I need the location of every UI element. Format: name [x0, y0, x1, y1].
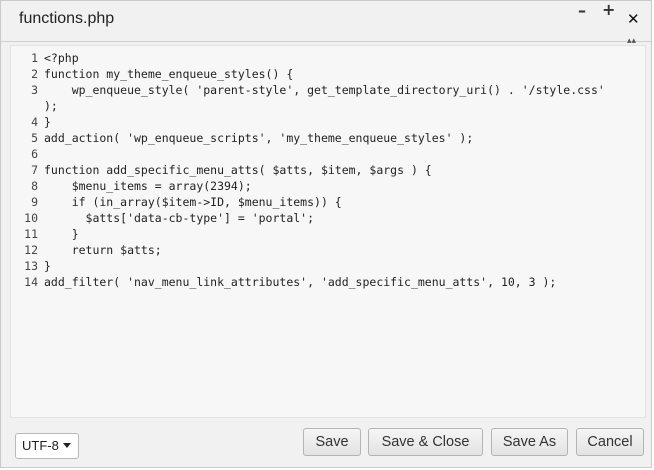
line-number: 4 [31, 115, 38, 129]
code-editor[interactable]: 1 <?php 2 function my_theme_enqueue_styles(… [10, 45, 646, 418]
encoding-value: UTF-8 [22, 438, 59, 453]
line-number: 10 [24, 211, 38, 225]
line-number: 2 [31, 67, 38, 81]
code-line: 2 function my_theme_enqueue_styles() { [11, 66, 645, 82]
minimize-icon[interactable]: – [578, 3, 586, 19]
code-line: 9 if (in_array($item->ID, $menu_items)) … [11, 194, 645, 210]
close-icon[interactable]: ✕ [627, 12, 640, 27]
line-number: 3 [31, 83, 38, 97]
code-line: 5 add_action( 'wp_enqueue_scripts', 'my_t… [11, 130, 645, 146]
code-line: 8 $menu_items = array(2394); [11, 178, 645, 194]
line-number: 12 [24, 243, 38, 257]
code-lines: 1 <?php 2 function my_theme_enqueue_styles(… [11, 46, 645, 290]
code-line: 12 return $atts; [11, 242, 645, 258]
line-code: if (in_array($item->ID, $menu_items)) { [44, 195, 342, 209]
code-line-wrapped: ); [11, 98, 645, 114]
line-code: function add_specific_menu_atts( $atts, … [44, 163, 432, 177]
dialog-footer: UTF-8 Save Save & Close Save As Cancel [1, 421, 651, 467]
line-number: 5 [31, 131, 38, 145]
line-number: 11 [24, 227, 38, 241]
code-line: 7 function add_specific_menu_atts( $atts,… [11, 162, 645, 178]
maximize-icon[interactable]: + [602, 2, 615, 18]
dialog-title: functions.php [19, 10, 115, 27]
line-number: 14 [24, 275, 38, 289]
line-code-continuation: ); [44, 99, 58, 113]
line-code: $atts['data-cb-type'] = 'portal'; [44, 211, 315, 225]
code-line: 14 add_filter( 'nav_menu_link_attributes'… [11, 274, 645, 290]
code-line: 3 wp_enqueue_style( 'parent-style', get_… [11, 82, 645, 98]
save-button[interactable]: Save [303, 428, 361, 456]
line-code: add_action( 'wp_enqueue_scripts', 'my_th… [44, 131, 474, 145]
save-and-close-button[interactable]: Save & Close [368, 428, 483, 456]
line-number: 7 [31, 163, 38, 177]
save-as-button[interactable]: Save As [491, 428, 568, 456]
code-line: 1 <?php [11, 50, 645, 66]
line-code: function my_theme_enqueue_styles() { [44, 67, 294, 81]
line-number: 13 [24, 259, 38, 273]
line-number: 6 [31, 147, 38, 161]
line-code: } [44, 227, 79, 241]
code-line: 6 [11, 146, 645, 162]
code-line: 11 } [11, 226, 645, 242]
line-code: } [44, 259, 51, 273]
file-editor-dialog: functions.php – + ✕ ▴▴ 1 <?php 2 function m… [0, 0, 652, 468]
line-code: $menu_items = array(2394); [44, 179, 252, 193]
line-code: return $atts; [44, 243, 162, 257]
line-number: 9 [31, 195, 38, 209]
line-code: } [44, 115, 51, 129]
code-line: 10 $atts['data-cb-type'] = 'portal'; [11, 210, 645, 226]
code-line: 13} [11, 258, 645, 274]
title-bar[interactable]: functions.php – + ✕ [1, 1, 651, 42]
encoding-select[interactable]: UTF-8 [15, 433, 79, 459]
line-code: <?php [44, 51, 79, 65]
chevron-down-icon [63, 443, 71, 448]
line-number: 1 [31, 51, 38, 65]
code-line: 4} [11, 114, 645, 130]
cancel-button[interactable]: Cancel [576, 428, 644, 456]
line-code: add_filter( 'nav_menu_link_attributes', … [44, 275, 557, 289]
line-code: wp_enqueue_style( 'parent-style', get_te… [44, 83, 605, 97]
line-number: 8 [31, 179, 38, 193]
